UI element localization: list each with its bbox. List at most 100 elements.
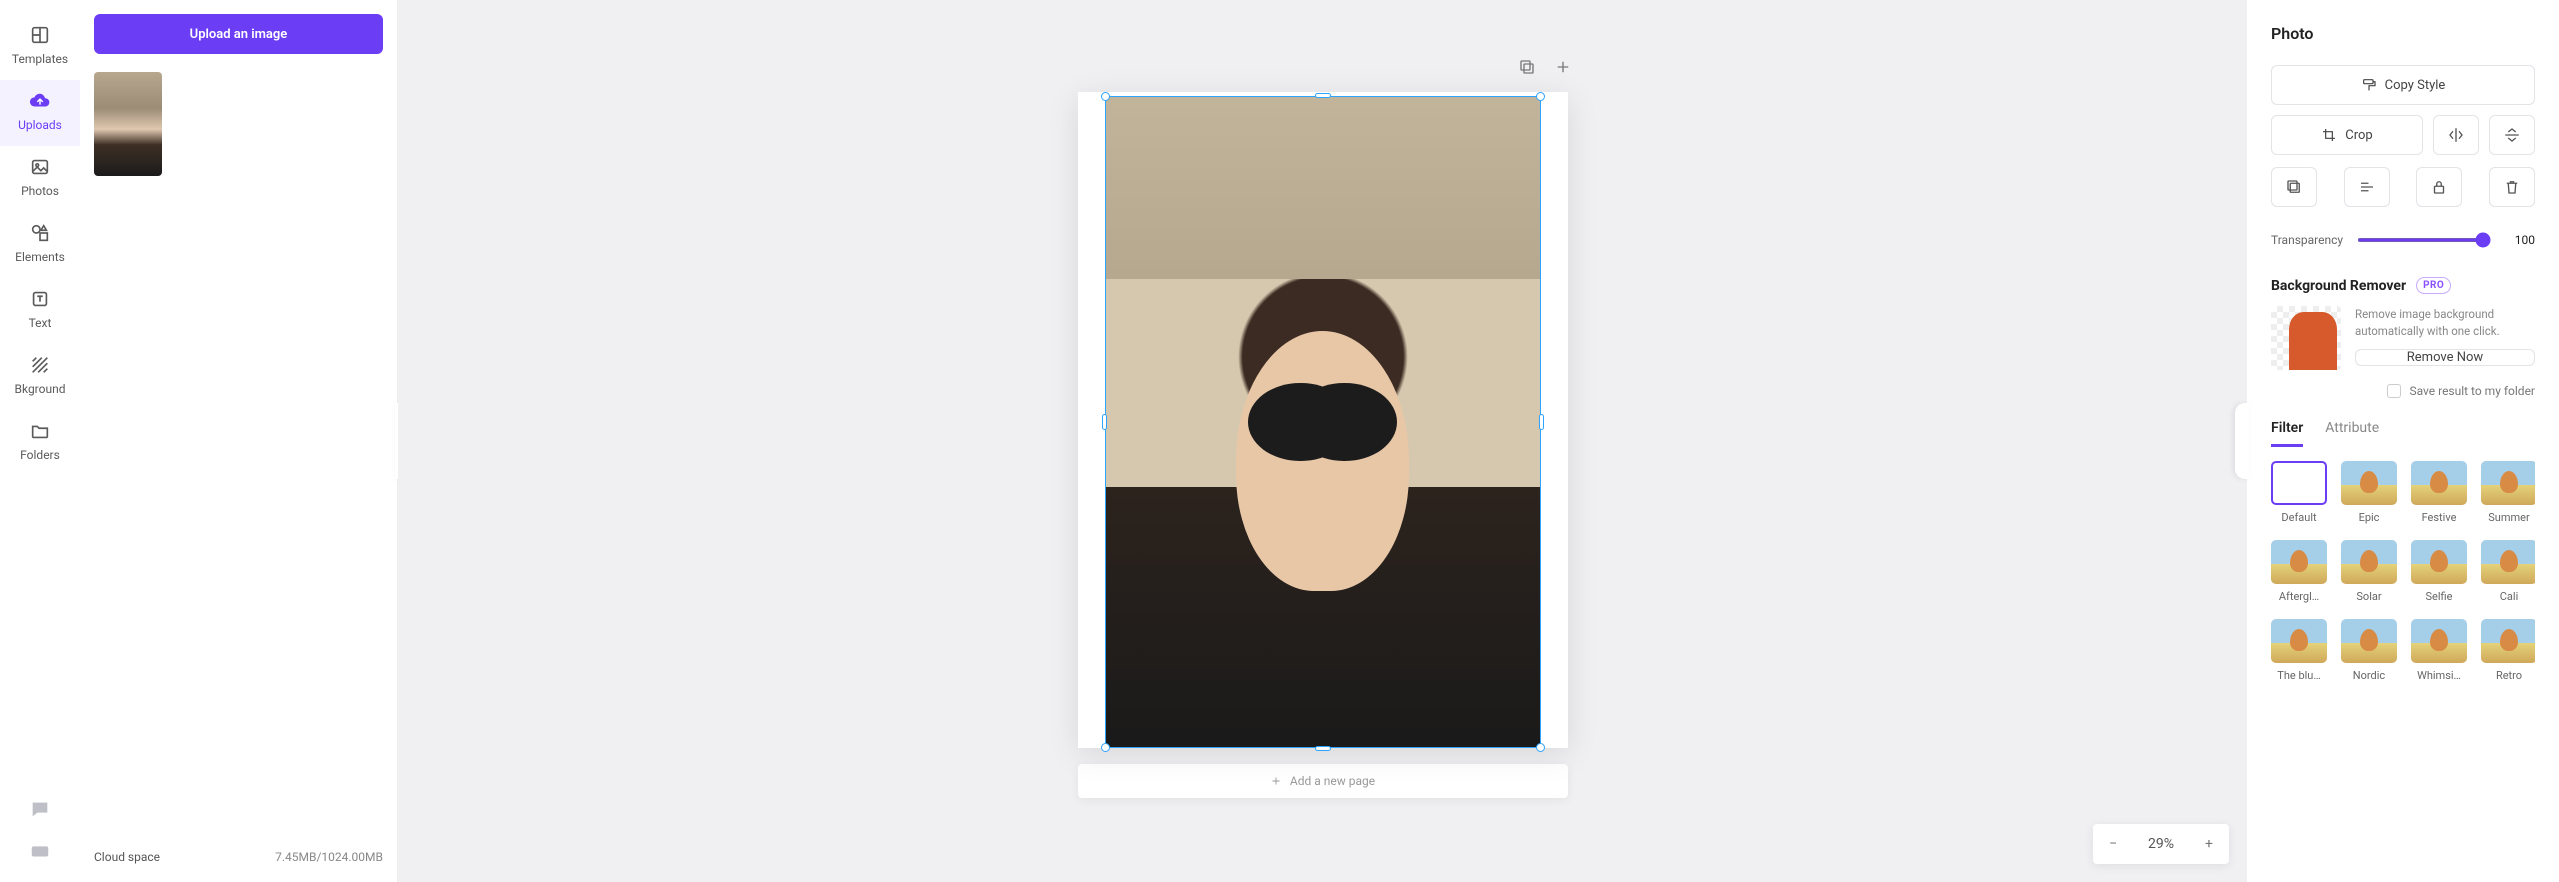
rail-label: Bkground <box>15 382 66 396</box>
filter-item[interactable]: The blu… <box>2271 619 2327 682</box>
rail-item-templates[interactable]: Templates <box>0 14 80 80</box>
rail-item-photos[interactable]: Photos <box>0 146 80 212</box>
transparency-slider[interactable] <box>2357 238 2491 242</box>
duplicate-page-icon[interactable] <box>1518 58 1536 81</box>
filter-item[interactable]: Retro <box>2481 619 2535 682</box>
design-page[interactable] <box>1078 92 1568 748</box>
upload-image-button[interactable]: Upload an image <box>94 14 383 54</box>
filter-swatch <box>2341 461 2397 505</box>
background-icon <box>29 354 51 376</box>
zoom-value: 29% <box>2133 836 2189 852</box>
copy-style-label: Copy Style <box>2385 78 2446 93</box>
filter-item[interactable]: Selfie <box>2411 540 2467 603</box>
properties-title: Photo <box>2271 24 2535 43</box>
bg-remover-title: Background Remover <box>2271 278 2406 294</box>
rail-item-folders[interactable]: Folders <box>0 410 80 476</box>
filter-label: Summer <box>2488 511 2529 524</box>
filter-label: Aftergl… <box>2279 590 2319 603</box>
transparency-row: Transparency 100 <box>2271 233 2535 247</box>
filter-swatch <box>2341 540 2397 584</box>
filter-swatch <box>2341 619 2397 663</box>
keyboard-icon[interactable] <box>29 840 51 862</box>
filter-swatch <box>2271 540 2327 584</box>
upload-thumbnail[interactable] <box>94 72 162 176</box>
filter-item[interactable]: Epic <box>2341 461 2397 524</box>
rail-label: Text <box>29 316 52 330</box>
rail-bottom <box>0 798 80 862</box>
resize-handle-se[interactable] <box>1536 743 1545 752</box>
filter-item[interactable]: Nordic <box>2341 619 2397 682</box>
left-rail: Templates Uploads Photos Elements Text B… <box>0 0 80 882</box>
filter-label: Whimsi… <box>2417 669 2461 682</box>
tab-filter[interactable]: Filter <box>2271 420 2303 447</box>
flip-vertical-button[interactable] <box>2489 115 2535 155</box>
rail-item-uploads[interactable]: Uploads <box>0 80 80 146</box>
filter-label: Solar <box>2356 590 2381 603</box>
selected-image[interactable] <box>1105 96 1541 748</box>
filter-item[interactable]: Default <box>2271 461 2327 524</box>
filter-label: Festive <box>2422 511 2457 524</box>
filter-item[interactable]: Cali <box>2481 540 2535 603</box>
collapse-props-panel-handle[interactable] <box>2235 403 2249 479</box>
add-new-page-button[interactable]: Add a new page <box>1078 764 1568 798</box>
filter-item[interactable]: Whimsi… <box>2411 619 2467 682</box>
filter-label: Retro <box>2496 669 2522 682</box>
save-result-checkbox[interactable] <box>2387 384 2401 398</box>
save-result-row[interactable]: Save result to my folder <box>2271 384 2535 398</box>
align-button[interactable] <box>2344 167 2390 207</box>
rail-label: Uploads <box>18 118 62 132</box>
rail-label: Photos <box>21 184 59 198</box>
rail-label: Elements <box>15 250 65 264</box>
filter-label: Nordic <box>2353 669 2385 682</box>
add-page-icon[interactable] <box>1554 58 1572 81</box>
lock-button[interactable] <box>2416 167 2462 207</box>
filter-swatch <box>2481 461 2535 505</box>
resize-handle-e[interactable] <box>1539 414 1544 430</box>
delete-button[interactable] <box>2489 167 2535 207</box>
layer-button[interactable] <box>2271 167 2317 207</box>
rail-item-text[interactable]: Text <box>0 278 80 344</box>
transparency-value: 100 <box>2505 233 2535 247</box>
crop-button[interactable]: Crop <box>2271 115 2423 155</box>
templates-icon <box>29 24 51 46</box>
add-page-label: Add a new page <box>1290 774 1375 788</box>
filter-item[interactable]: Festive <box>2411 461 2467 524</box>
properties-panel: Photo Copy Style Crop Transparency 100 B… <box>2247 0 2559 882</box>
filter-item[interactable]: Aftergl… <box>2271 540 2327 603</box>
zoom-in-button[interactable]: + <box>2189 836 2229 852</box>
save-result-label: Save result to my folder <box>2409 384 2535 398</box>
remove-now-button[interactable]: Remove Now <box>2355 349 2535 366</box>
resize-handle-sw[interactable] <box>1101 743 1110 752</box>
elements-icon <box>29 222 51 244</box>
resize-handle-w[interactable] <box>1102 414 1107 430</box>
paint-roller-icon <box>2361 77 2377 93</box>
filter-label: Epic <box>2359 511 2380 524</box>
layers-icon <box>2285 178 2303 196</box>
lock-icon <box>2430 178 2448 196</box>
tab-attribute[interactable]: Attribute <box>2325 420 2379 447</box>
copy-style-button[interactable]: Copy Style <box>2271 65 2535 105</box>
resize-handle-n[interactable] <box>1315 93 1331 98</box>
zoom-out-button[interactable]: − <box>2093 836 2133 852</box>
text-icon <box>29 288 51 310</box>
plus-icon <box>1270 775 1282 787</box>
canvas-area[interactable]: Add a new page − 29% + <box>398 0 2247 882</box>
bg-remover-body: Remove image background automatically wi… <box>2271 306 2535 370</box>
page-wrapper: Add a new page <box>1078 92 1568 798</box>
filter-item[interactable]: Solar <box>2341 540 2397 603</box>
rail-label: Templates <box>12 52 68 66</box>
page-tools <box>1518 58 1572 81</box>
rail-label: Folders <box>20 448 60 462</box>
rail-item-background[interactable]: Bkground <box>0 344 80 410</box>
chat-icon[interactable] <box>29 798 51 820</box>
uploads-panel: Upload an image Cloud space 7.45MB/1024.… <box>80 0 398 882</box>
folders-icon <box>29 420 51 442</box>
resize-handle-ne[interactable] <box>1536 92 1545 101</box>
filter-label: The blu… <box>2277 669 2320 682</box>
resize-handle-nw[interactable] <box>1101 92 1110 101</box>
filter-item[interactable]: Summer <box>2481 461 2535 524</box>
flip-horizontal-button[interactable] <box>2433 115 2479 155</box>
rail-item-elements[interactable]: Elements <box>0 212 80 278</box>
resize-handle-s[interactable] <box>1315 746 1331 751</box>
filter-swatch <box>2271 461 2327 505</box>
